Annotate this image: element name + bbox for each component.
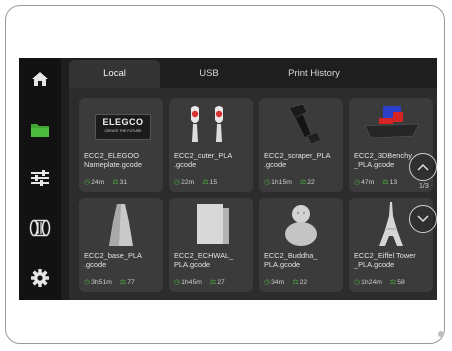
clock-icon: ◷	[84, 179, 91, 186]
print-time: 1h45m	[181, 278, 202, 286]
print-time: 1h24m	[361, 278, 382, 286]
chevron-down-icon	[417, 215, 429, 223]
file-meta: ◷ 34m ⚖ 22	[264, 278, 308, 287]
sidebar-item-home[interactable]	[25, 64, 55, 94]
filament-weight: 77	[127, 278, 135, 286]
filament-weight: 13	[389, 178, 398, 186]
filament-spool-icon	[29, 219, 51, 237]
file-card[interactable]: ECC2_base_PLA .gcode ◷ 3h51m ⚖ 77	[79, 198, 163, 292]
filament-weight-icon: ⚖	[202, 179, 209, 186]
file-thumbnail	[349, 100, 433, 150]
file-thumbnail: ELEGCO CREATE THE FUTURE	[79, 100, 163, 150]
file-meta: ◷ 1h45m ⚖ 27	[174, 278, 225, 287]
filament-weight: 31	[119, 178, 128, 186]
file-thumbnail	[259, 100, 343, 150]
logo-subtext: CREATE THE FUTURE	[104, 129, 142, 133]
file-thumbnail	[169, 200, 253, 250]
clock-icon: ◷	[354, 179, 361, 186]
clock-icon: ◷	[84, 279, 91, 286]
file-meta: ◷ 3h51m ⚖ 77	[84, 278, 135, 287]
file-card[interactable]: ECC2_scraper_PLA .gcode ◷ 1h15m ⚖ 22	[259, 98, 343, 192]
file-meta: ◷ 24m ⚖ 31	[84, 178, 128, 187]
file-card[interactable]: ECC2_ECHWAL_ PLA.gcode ◷ 1h45m ⚖ 27	[169, 198, 253, 292]
filament-weight: 22	[307, 178, 315, 186]
filament-weight-icon: ⚖	[299, 179, 307, 186]
file-meta: ◷ 1h24m ⚖ 58	[354, 278, 405, 287]
clock-icon: ◷	[174, 179, 181, 186]
print-time: 24m	[91, 178, 105, 186]
sidebar-item-files[interactable]	[25, 115, 55, 145]
file-meta: ◷ 22m ⚖ 15	[174, 178, 218, 187]
print-time: 1h15m	[271, 178, 292, 186]
file-name: ECC2_scraper_PLA .gcode	[264, 151, 331, 169]
file-name: ECC2_base_PLA .gcode	[84, 251, 142, 269]
frame-corner-dot	[438, 331, 444, 337]
sidebar	[19, 58, 61, 300]
tab-bar: Local USB Print History	[69, 60, 437, 88]
print-time: 47m	[361, 178, 375, 186]
clock-icon: ◷	[354, 279, 361, 286]
file-grid: ELEGCO CREATE THE FUTURE ECC2_ELEGOO Nam…	[69, 88, 437, 300]
file-name: ECC2_Buddha_ PLA.gcode	[264, 251, 318, 269]
file-name: ECC2_ELEGOO Nameplate.gcode	[84, 151, 142, 169]
clock-icon: ◷	[174, 279, 181, 286]
clock-icon: ◷	[264, 179, 271, 186]
print-time: 22m	[181, 178, 195, 186]
page-indicator: 1/3	[419, 183, 429, 190]
clock-icon: ◷	[264, 279, 271, 286]
sidebar-item-tune[interactable]	[25, 163, 55, 193]
file-card[interactable]: ECC2_cuter_PLA .gcode ◷ 22m ⚖ 15	[169, 98, 253, 192]
sliders-icon	[31, 170, 49, 186]
chevron-up-icon	[417, 163, 429, 171]
filament-weight-icon: ⚖	[112, 179, 119, 186]
gear-icon	[31, 269, 49, 287]
file-thumbnail	[169, 100, 253, 150]
file-thumbnail	[79, 200, 163, 250]
print-time: 3h51m	[91, 278, 112, 286]
tab-print-history[interactable]: Print History	[259, 60, 369, 88]
filament-weight: 15	[209, 178, 218, 186]
filament-weight: 58	[397, 278, 405, 286]
sidebar-item-filament[interactable]	[25, 213, 55, 243]
file-name: ECC2_ECHWAL_ PLA.gcode	[174, 251, 234, 269]
filament-weight-icon: ⚖	[209, 279, 217, 286]
tab-usb[interactable]: USB	[169, 60, 249, 88]
sidebar-item-settings[interactable]	[25, 263, 55, 293]
file-card[interactable]: ECC2_Buddha_ PLA.gcode ◷ 34m ⚖ 22	[259, 198, 343, 292]
file-meta: ◷ 1h15m ⚖ 22	[264, 178, 315, 187]
print-time: 34m	[271, 278, 285, 286]
file-meta: ◷ 47m ⚖ 13	[354, 178, 398, 187]
home-icon	[32, 72, 48, 86]
logo-text: ELEGCO	[102, 117, 144, 127]
filament-weight: 22	[299, 278, 308, 286]
file-name: ECC2_cuter_PLA .gcode	[174, 151, 233, 169]
filament-weight-icon: ⚖	[382, 179, 389, 186]
filament-weight-icon: ⚖	[292, 279, 299, 286]
file-name: ECC2_Eiffel Tower _PLA.gcode	[354, 251, 416, 269]
printer-screen: Local USB Print History ELEGCO CREATE TH…	[19, 58, 437, 300]
scroll-down-button[interactable]	[409, 205, 437, 233]
file-card[interactable]: ELEGCO CREATE THE FUTURE ECC2_ELEGOO Nam…	[79, 98, 163, 192]
filament-weight-icon: ⚖	[119, 279, 127, 286]
tab-local[interactable]: Local	[69, 60, 160, 88]
filament-weight-icon: ⚖	[389, 279, 397, 286]
scroll-up-button[interactable]	[409, 153, 437, 181]
filament-weight: 27	[217, 278, 225, 286]
folder-icon	[31, 124, 49, 137]
file-thumbnail	[259, 200, 343, 250]
